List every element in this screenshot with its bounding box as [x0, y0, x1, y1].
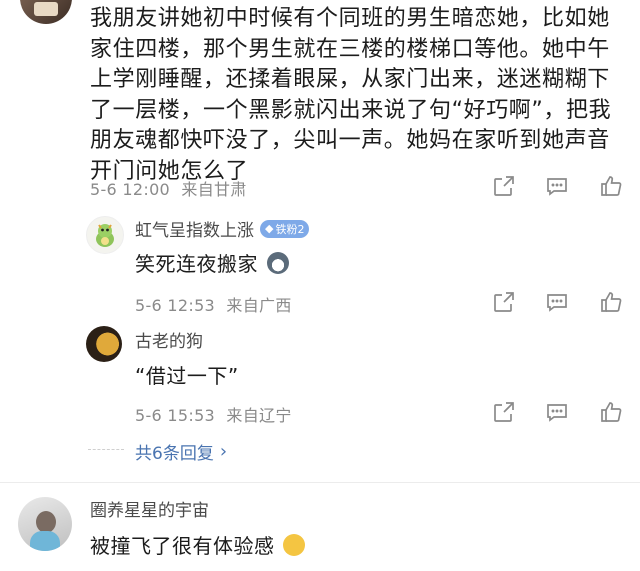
like-button[interactable] [598, 173, 624, 199]
share-icon [494, 402, 514, 422]
thumbs-up-icon [601, 402, 622, 422]
reply-avatar[interactable] [86, 326, 122, 362]
reply-avatar[interactable] [86, 216, 124, 254]
share-button[interactable] [491, 173, 517, 199]
thumbs-up-icon [601, 292, 622, 312]
reply-text: “借过一下” [135, 364, 239, 388]
thread-divider [0, 482, 640, 483]
next-comment-avatar[interactable] [18, 497, 72, 551]
reply-meta: 5-6 12:53 来自广西 [135, 296, 292, 315]
like-button[interactable] [598, 289, 624, 315]
like-button[interactable] [598, 399, 624, 425]
comment-button[interactable] [544, 173, 570, 199]
share-button[interactable] [491, 399, 517, 425]
comment-button[interactable] [544, 399, 570, 425]
share-icon [494, 292, 514, 312]
top-comment-meta: 5-6 12:00 来自甘肃 [90, 176, 247, 200]
dragon-avatar-icon [96, 224, 114, 247]
dog-face-emoji-icon [266, 252, 289, 274]
fans-badge: ◆ 铁粉2 [260, 219, 310, 238]
reply-header: 虹气呈指数上涨 ◆ 铁粉2 [135, 216, 310, 241]
share-button[interactable] [491, 289, 517, 315]
share-icon [494, 176, 514, 196]
chevron-right-icon: › [219, 441, 228, 462]
thumbs-up-icon [601, 176, 622, 196]
next-comment-text: 被撞飞了很有体验感 [90, 530, 306, 559]
top-comment-avatar[interactable] [20, 0, 72, 24]
comment-icon [547, 294, 567, 312]
upside-down-face-emoji-icon [283, 534, 306, 556]
more-replies-link[interactable]: 共6条回复 › [135, 439, 227, 464]
comment-time: 5-6 12:00 [90, 180, 171, 199]
reply-text: 笑死连夜搬家 [135, 248, 289, 277]
comment-location: 来自甘肃 [181, 180, 247, 199]
comment-icon [547, 404, 567, 422]
comment-button[interactable] [544, 289, 570, 315]
comment-icon [547, 178, 567, 196]
reply-username[interactable]: 古老的狗 [135, 327, 203, 352]
reply-username[interactable]: 虹气呈指数上涨 [135, 216, 254, 241]
next-comment-username[interactable]: 圈养星星的宇宙 [90, 496, 209, 521]
more-replies-divider [88, 449, 124, 450]
top-comment-text: 我朋友讲她初中时候有个同班的男生暗恋她，比如她家住四楼，那个男生就在三楼的楼梯口… [90, 6, 612, 184]
diamond-icon: ◆ [265, 222, 274, 235]
reply-meta: 5-6 15:53 来自辽宁 [135, 406, 292, 425]
